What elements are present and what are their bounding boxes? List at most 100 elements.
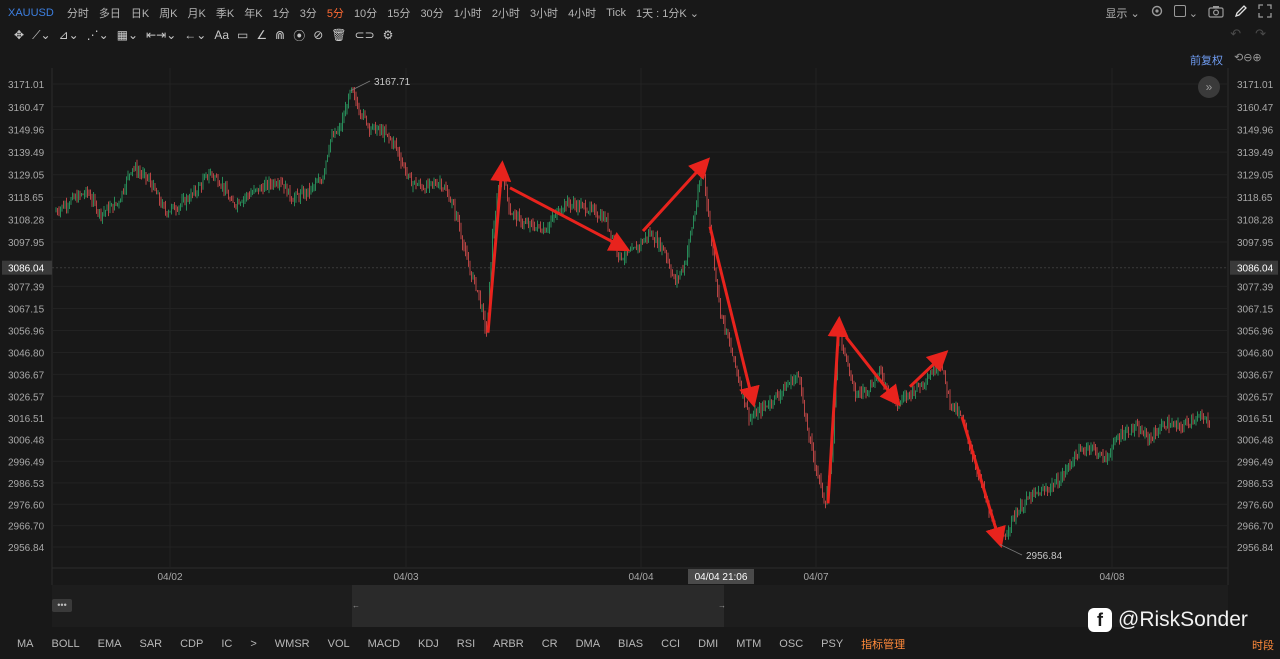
price-tick-label-right: 3097.95 [1237, 238, 1274, 249]
undo-redo: ↶ ↷ [1230, 26, 1266, 42]
interval-tab[interactable]: 10分 [354, 5, 377, 21]
low-price-label: 2956.84 [1026, 551, 1063, 562]
price-tick-label-left: 2976.60 [8, 500, 45, 511]
interval-tab[interactable]: 1分 [273, 5, 290, 21]
price-tick-label-right: 3149.96 [1237, 126, 1274, 137]
drawing-tool-button[interactable]: ⊂⊃ [355, 28, 375, 42]
indicator-button[interactable]: ARBR [493, 638, 524, 650]
navigator-more-button[interactable]: ••• [52, 599, 72, 612]
display-menu[interactable]: 显示 ⌄ [1105, 5, 1139, 21]
expand-chart-button[interactable]: » [1198, 76, 1220, 98]
indicator-button[interactable]: EMA [98, 638, 122, 650]
drawing-tool-button[interactable]: ⦿ [293, 27, 305, 44]
price-tick-label-right: 3046.80 [1237, 349, 1274, 360]
undo-icon[interactable]: ↶ [1230, 26, 1241, 42]
indicator-button[interactable]: IC [221, 638, 232, 650]
price-tick-label-left: 3067.15 [8, 305, 45, 316]
drawing-tool-button[interactable]: Aa [214, 28, 229, 42]
navigator-right-handle[interactable]: → [718, 601, 726, 610]
interval-tab[interactable]: 年K [244, 5, 262, 21]
interval-tab[interactable]: 5分 [327, 5, 344, 21]
indicator-button[interactable]: 指标管理 [861, 636, 905, 652]
interval-tab[interactable]: 多日 [99, 5, 121, 21]
price-tick-label-right: 3160.47 [1237, 103, 1274, 114]
indicator-button[interactable]: WMSR [275, 638, 310, 650]
gear-icon[interactable] [1150, 4, 1164, 21]
drawing-tool-button[interactable]: ⇤⇥⌄ [146, 28, 176, 42]
price-tick-label-right: 2986.53 [1237, 479, 1274, 490]
indicator-button[interactable]: MA [17, 638, 34, 650]
interval-tab[interactable]: 季K [216, 5, 234, 21]
indicator-button[interactable]: BOLL [52, 638, 80, 650]
price-tick-label-right: 2956.84 [1237, 543, 1274, 554]
indicator-button[interactable]: CDP [180, 638, 203, 650]
interval-tab[interactable]: 3小时 [530, 5, 558, 21]
drawing-tool-button[interactable]: ✥ [14, 28, 24, 42]
drawing-tool-button[interactable]: ⋰⌄ [87, 28, 109, 42]
interval-tab[interactable]: 4小时 [568, 5, 596, 21]
checkbox-icon[interactable]: ⌄ [1173, 5, 1198, 20]
drawing-tool-button[interactable]: ▦⌄ [117, 28, 138, 42]
navigator-window[interactable] [352, 585, 724, 627]
price-tick-label-left: 2966.70 [8, 522, 45, 533]
drawing-tool-button[interactable]: ←⌄ [184, 28, 206, 42]
price-tick-label-left: 3026.57 [8, 392, 45, 403]
indicator-button[interactable]: MACD [368, 638, 400, 650]
interval-tab[interactable]: 分时 [67, 5, 89, 21]
drawing-tool-button[interactable]: ⊿⌄ [59, 28, 79, 42]
indicator-button[interactable]: CR [542, 638, 558, 650]
indicator-button[interactable]: KDJ [418, 638, 439, 650]
drawing-tool-button[interactable]: ▭ [237, 28, 248, 42]
price-tick-label-right: 3006.48 [1237, 436, 1274, 447]
indicator-button[interactable]: > [250, 638, 256, 650]
date-tick-label: 04/03 [393, 572, 418, 583]
price-tick-label-left: 3108.28 [8, 216, 45, 227]
interval-tab[interactable]: 月K [188, 5, 206, 21]
zoom-controls[interactable]: ⟲⊖⊕ [1234, 51, 1262, 64]
indicator-button[interactable]: CCI [661, 638, 680, 650]
price-tick-label-right: 3171.01 [1237, 80, 1274, 91]
drawing-tool-button[interactable]: ∠ [256, 28, 267, 42]
interval-tab[interactable]: 3分 [300, 5, 317, 21]
interval-tab[interactable]: 日K [131, 5, 149, 21]
indicator-button[interactable]: BIAS [618, 638, 643, 650]
symbol-label[interactable]: XAUUSD [8, 7, 54, 19]
redo-icon[interactable]: ↷ [1255, 26, 1266, 42]
indicator-button[interactable]: MTM [736, 638, 761, 650]
interval-list: 分时 多日 日K 周K 月K 季K 年K 1分 3分 5分 10分 15分 30分 1小时 2小时 3小时 4小… [62, 5, 704, 21]
interval-tab[interactable]: 2小时 [492, 5, 520, 21]
navigator-left-handle[interactable]: ← [352, 601, 360, 610]
drawing-tool-button[interactable]: ⟋⌄ [32, 28, 50, 43]
indicator-button[interactable]: VOL [328, 638, 350, 650]
drawing-tool-button[interactable]: 🗑 [331, 28, 346, 42]
time-segment-button[interactable]: 时段 [1252, 637, 1274, 653]
price-tick-label-left: 3036.67 [8, 370, 45, 381]
pen-icon[interactable] [1234, 4, 1248, 21]
candlestick-chart[interactable]: 3171.01 3171.01 3160.47 3160.47 3149.96 3149.… [0, 68, 1280, 585]
price-tick-label-left: 2996.49 [8, 457, 45, 468]
interval-tab[interactable]: 1天 : 1分K ⌄ [636, 5, 699, 21]
indicator-button[interactable]: DMA [576, 638, 600, 650]
date-tick-label: 04/07 [803, 572, 828, 583]
indicator-button[interactable]: DMI [698, 638, 718, 650]
drawing-tool-button[interactable]: ⚙ [383, 28, 394, 42]
indicator-button[interactable]: PSY [821, 638, 843, 650]
price-tick-label-right: 3036.67 [1237, 370, 1274, 381]
adjust-mode-button[interactable]: 前复权 [1190, 52, 1223, 68]
drawing-tool-button[interactable]: ⋒ [275, 28, 285, 42]
date-tick-label: 04/04 [628, 572, 653, 583]
price-chart[interactable]: 3171.01 3171.01 3160.47 3160.47 3149.96 3149.… [0, 68, 1280, 585]
indicator-button[interactable]: SAR [139, 638, 162, 650]
interval-tab[interactable]: Tick [606, 7, 626, 19]
interval-tab[interactable]: 15分 [387, 5, 410, 21]
camera-icon[interactable] [1208, 5, 1224, 21]
interval-tab[interactable]: 1小时 [454, 5, 482, 21]
fullscreen-icon[interactable] [1258, 4, 1272, 21]
interval-tab[interactable]: 30分 [420, 5, 443, 21]
interval-tab[interactable]: 周K [159, 5, 177, 21]
indicator-list: MA BOLL EMA SAR CDP IC > WMSR VOL MACD KDJ RSI ARBR C… [8, 636, 914, 652]
indicator-button[interactable]: OSC [779, 638, 803, 650]
drawing-tool-button[interactable]: ⊘ [313, 28, 323, 42]
indicator-button[interactable]: RSI [457, 638, 475, 650]
price-tick-label-right: 3139.49 [1237, 148, 1274, 159]
